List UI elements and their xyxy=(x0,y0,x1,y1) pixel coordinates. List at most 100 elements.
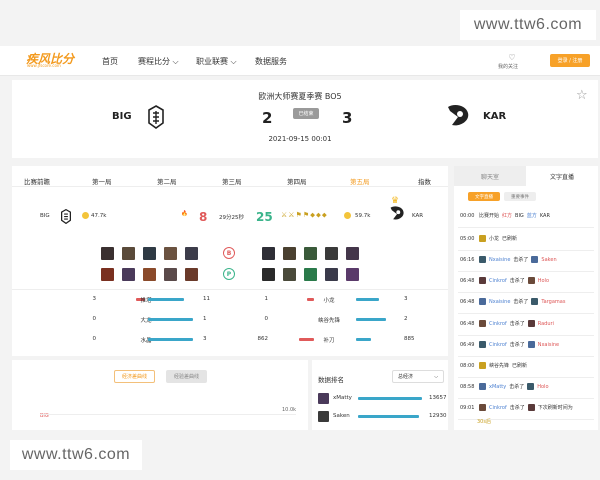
event-time: 06:49 xyxy=(460,341,475,348)
filter-text-live[interactable]: 文字直播 xyxy=(468,192,500,201)
big-team-logo-icon xyxy=(148,105,164,129)
event-item: 06:16 Nxaisine 击杀了 Saken xyxy=(460,256,557,263)
score-right: 3 xyxy=(342,109,353,127)
tab-game-5[interactable]: 第五局 xyxy=(350,176,370,186)
avatar[interactable] xyxy=(318,393,329,404)
champion-icon[interactable] xyxy=(304,268,317,281)
tab-chatroom[interactable]: 聊天室 xyxy=(454,166,526,186)
champion-icon[interactable] xyxy=(325,247,338,260)
chart-tick-label: 10.0k xyxy=(282,407,297,413)
my-follow-label[interactable]: 我的关注 xyxy=(498,63,518,70)
stat-right-value: 1 xyxy=(203,316,207,322)
event-divider xyxy=(458,313,594,314)
tab-odds[interactable]: 指数 xyxy=(418,176,431,186)
gold-coin-icon xyxy=(82,212,89,219)
stat-right-value: 11 xyxy=(203,296,210,302)
champion-icon xyxy=(479,383,486,390)
player-name[interactable]: Saken xyxy=(333,413,350,419)
match-datetime: 2021-09-15 00:01 xyxy=(268,135,332,143)
tab-game-3[interactable]: 第三局 xyxy=(222,176,242,186)
champion-icon[interactable] xyxy=(185,268,198,281)
champion-icon[interactable] xyxy=(346,247,359,260)
left-picks xyxy=(101,268,198,281)
exp-diff-button[interactable]: 经验差曲线 xyxy=(166,370,207,383)
team-left-name[interactable]: BIG xyxy=(112,111,132,122)
event-text: Cinkrof xyxy=(489,341,507,348)
event-time: 08:00 xyxy=(460,362,475,369)
watermark-top: www.ttw6.com xyxy=(460,10,596,40)
stat-right-bar xyxy=(356,338,372,341)
tab-text-live[interactable]: 文字直播 xyxy=(526,166,598,186)
event-text: Nxaisine xyxy=(489,256,511,263)
event-text: 已刷新 xyxy=(502,236,518,242)
tab-game-4[interactable]: 第四局 xyxy=(287,176,307,186)
heart-icon[interactable]: ♡ xyxy=(503,53,521,63)
champion-icon xyxy=(531,298,539,305)
champion-icon[interactable] xyxy=(143,247,156,260)
event-text: 蓝方 xyxy=(526,213,537,219)
event-text: Holo xyxy=(537,383,549,390)
stat-left-value: 862 xyxy=(257,336,269,342)
ranking-select[interactable]: 总经济 ⌵ xyxy=(392,370,444,383)
chevron-down-icon: ⌵ xyxy=(228,57,237,66)
stat-left-value: 0 xyxy=(92,316,97,322)
event-divider xyxy=(458,250,594,251)
team-right-name[interactable]: KAR xyxy=(483,111,506,122)
champion-icon[interactable] xyxy=(143,268,156,281)
champion-icon[interactable] xyxy=(262,268,275,281)
champion-icon[interactable] xyxy=(164,268,177,281)
right-picks xyxy=(262,268,359,281)
champion-icon[interactable] xyxy=(283,247,296,260)
event-item: 08:00 峡谷先锋 已刷新 xyxy=(460,362,527,369)
champion-icon[interactable] xyxy=(101,268,114,281)
champion-icon[interactable] xyxy=(164,247,177,260)
chevron-down-icon: ⌵ xyxy=(434,373,438,380)
event-text: Cinkrof xyxy=(489,404,507,411)
tab-game-2[interactable]: 第二局 xyxy=(157,176,177,186)
event-time: 05:00 xyxy=(460,235,475,242)
event-text: Raduri xyxy=(537,320,554,327)
champion-icon[interactable] xyxy=(122,268,135,281)
nav-data[interactable]: 数据服务 xyxy=(255,56,287,67)
nav-schedule[interactable]: 赛程比分 ⌵ xyxy=(138,56,179,67)
champion-icon[interactable] xyxy=(304,247,317,260)
tab-game-1[interactable]: 第一局 xyxy=(92,176,112,186)
event-divider xyxy=(458,356,594,357)
event-text: 峡谷先锋 xyxy=(489,363,510,369)
avatar[interactable] xyxy=(318,411,329,422)
stat-label: 峡谷先锋 xyxy=(317,318,340,324)
champion-icon[interactable] xyxy=(346,268,359,281)
event-item: 06:48 Cinkrof 击杀了 Holo xyxy=(460,277,549,284)
champion-icon[interactable] xyxy=(122,247,135,260)
stat-right-bar xyxy=(356,318,386,321)
champion-icon[interactable] xyxy=(283,268,296,281)
rank-value: 13657 xyxy=(429,395,447,401)
event-time: 06:16 xyxy=(460,256,475,263)
login-button[interactable]: 登录 / 注册 xyxy=(550,54,590,67)
star-icon[interactable]: ☆ xyxy=(576,88,588,103)
right-bans xyxy=(262,247,359,260)
champion-icon[interactable] xyxy=(325,268,338,281)
event-text: 击杀了 xyxy=(509,321,525,327)
event-time: 06:48 xyxy=(460,320,475,327)
stat-right-bar xyxy=(148,298,184,301)
champion-icon xyxy=(527,404,535,411)
gold-diff-button[interactable]: 经济差曲线 xyxy=(114,370,155,383)
champion-icon[interactable] xyxy=(262,247,275,260)
tab-preview[interactable]: 比赛前瞻 xyxy=(24,176,50,186)
event-text: Saken xyxy=(541,256,557,263)
nav-home[interactable]: 首页 xyxy=(102,56,118,67)
champion-icon xyxy=(479,256,486,263)
game-left-team: BIG xyxy=(40,213,50,219)
event-text: 已刷新 xyxy=(512,363,528,369)
event-text: 击杀了 xyxy=(513,299,529,305)
champion-icon[interactable] xyxy=(101,247,114,260)
stat-right-bar xyxy=(148,338,193,341)
player-name[interactable]: xMatty xyxy=(333,395,352,401)
nav-league[interactable]: 职业联赛 ⌵ xyxy=(196,56,237,67)
event-text: Holo xyxy=(537,277,550,284)
stat-right-value: 3 xyxy=(203,336,207,342)
champion-icon[interactable] xyxy=(185,247,198,260)
champion-icon xyxy=(479,320,486,327)
filter-key-events[interactable]: 重要事件 xyxy=(504,192,536,201)
